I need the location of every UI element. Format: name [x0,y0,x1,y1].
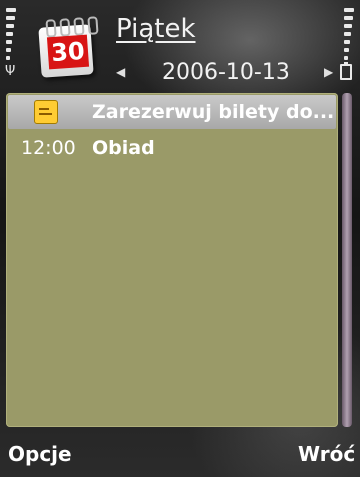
scrollbar[interactable] [342,93,352,427]
day-entries-list: Zarezerwuj bilety do... 12:00 Obiad [6,93,338,427]
entry-title: Zarezerwuj bilety do... [92,101,335,123]
signal-strength-indicator [6,8,16,60]
day-title: Piątek [116,14,196,44]
calendar-app-icon: 30 [38,14,100,80]
options-softkey[interactable]: Opcje [8,442,72,466]
calendar-icon-day: 30 [46,34,90,70]
previous-day-arrow-icon[interactable]: ◀ [116,65,125,79]
antenna-icon: Ψ [5,64,16,79]
list-item-selected[interactable]: Zarezerwuj bilety do... [8,95,336,129]
todo-icon [34,100,58,124]
entry-title: Obiad [92,137,155,159]
back-softkey[interactable]: Wróć [298,442,355,466]
date-label: 2006-10-13 [162,60,290,85]
battery-icon [340,62,352,80]
battery-level-indicator [344,8,354,60]
list-item[interactable]: 12:00 Obiad [8,131,336,165]
next-day-arrow-icon[interactable]: ▶ [324,65,333,79]
entry-time: 12:00 [21,137,76,159]
